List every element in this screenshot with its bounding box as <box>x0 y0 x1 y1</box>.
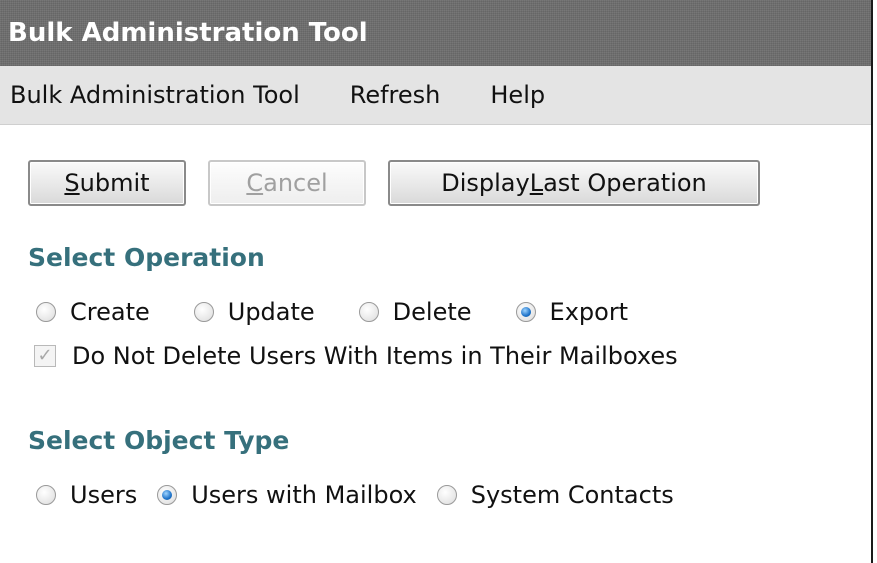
window-title-text: Bulk Administration Tool <box>8 18 368 48</box>
do-not-delete-checkbox-label: Do Not Delete Users With Items in Their … <box>72 342 678 370</box>
radio-export-label: Export <box>549 298 629 326</box>
display-last-mnemonic: L <box>529 169 544 197</box>
radio-system-contacts-label: System Contacts <box>470 481 674 509</box>
radio-users-indicator[interactable] <box>36 485 56 505</box>
display-last-operation-button[interactable]: Display Last Operation <box>388 160 760 206</box>
radio-export-indicator[interactable] <box>515 302 536 322</box>
radio-system-contacts-indicator[interactable] <box>436 485 457 505</box>
radio-users[interactable]: Users <box>36 481 137 509</box>
do-not-delete-checkbox-row: ✓ Do Not Delete Users With Items in Thei… <box>0 342 871 370</box>
menu-bar: Bulk Administration Tool Refresh Help <box>0 66 871 125</box>
window-title: Bulk Administration Tool <box>0 0 871 66</box>
do-not-delete-checkbox[interactable]: ✓ Do Not Delete Users With Items in Thei… <box>34 342 678 370</box>
display-last-after: ast Operation <box>543 169 707 197</box>
radio-delete[interactable]: Delete <box>358 298 472 326</box>
cancel-label-rest: ancel <box>263 169 328 197</box>
radio-create[interactable]: Create <box>36 298 150 326</box>
menu-item-bulk-administration-tool[interactable]: Bulk Administration Tool <box>10 81 300 109</box>
select-operation-heading: Select Operation <box>28 243 265 272</box>
menu-item-refresh[interactable]: Refresh <box>350 81 441 109</box>
submit-button[interactable]: Submit <box>28 160 186 206</box>
radio-delete-label: Delete <box>392 298 472 326</box>
toolbar: Submit Cancel Display Last Operation <box>0 125 871 211</box>
cancel-mnemonic: C <box>246 169 264 197</box>
radio-create-indicator[interactable] <box>36 302 56 322</box>
radio-users-with-mailbox-indicator[interactable] <box>157 485 178 505</box>
submit-label-rest: ubmit <box>79 169 150 197</box>
radio-create-label: Create <box>70 298 150 326</box>
radio-export[interactable]: Export <box>515 298 629 326</box>
checkmark-icon[interactable]: ✓ <box>34 345 56 367</box>
radio-users-label: Users <box>70 481 138 509</box>
display-last-before: Display <box>441 169 530 197</box>
radio-update-label: Update <box>227 298 315 326</box>
radio-system-contacts[interactable]: System Contacts <box>436 481 674 509</box>
submit-mnemonic: S <box>64 169 80 197</box>
radio-update[interactable]: Update <box>193 298 315 326</box>
radio-update-indicator[interactable] <box>193 302 214 322</box>
app-window: Bulk Administration Tool Bulk Administra… <box>0 0 873 563</box>
object-type-radio-group: Users Users with Mailbox System Contacts <box>0 481 871 509</box>
menu-item-help[interactable]: Help <box>490 81 545 109</box>
radio-delete-indicator[interactable] <box>358 302 379 322</box>
radio-users-with-mailbox[interactable]: Users with Mailbox <box>157 481 417 509</box>
cancel-button[interactable]: Cancel <box>208 160 366 206</box>
radio-users-with-mailbox-label: Users with Mailbox <box>191 481 417 509</box>
select-object-type-heading: Select Object Type <box>28 426 290 455</box>
operation-radio-group: Create Update Delete Export <box>0 298 871 326</box>
